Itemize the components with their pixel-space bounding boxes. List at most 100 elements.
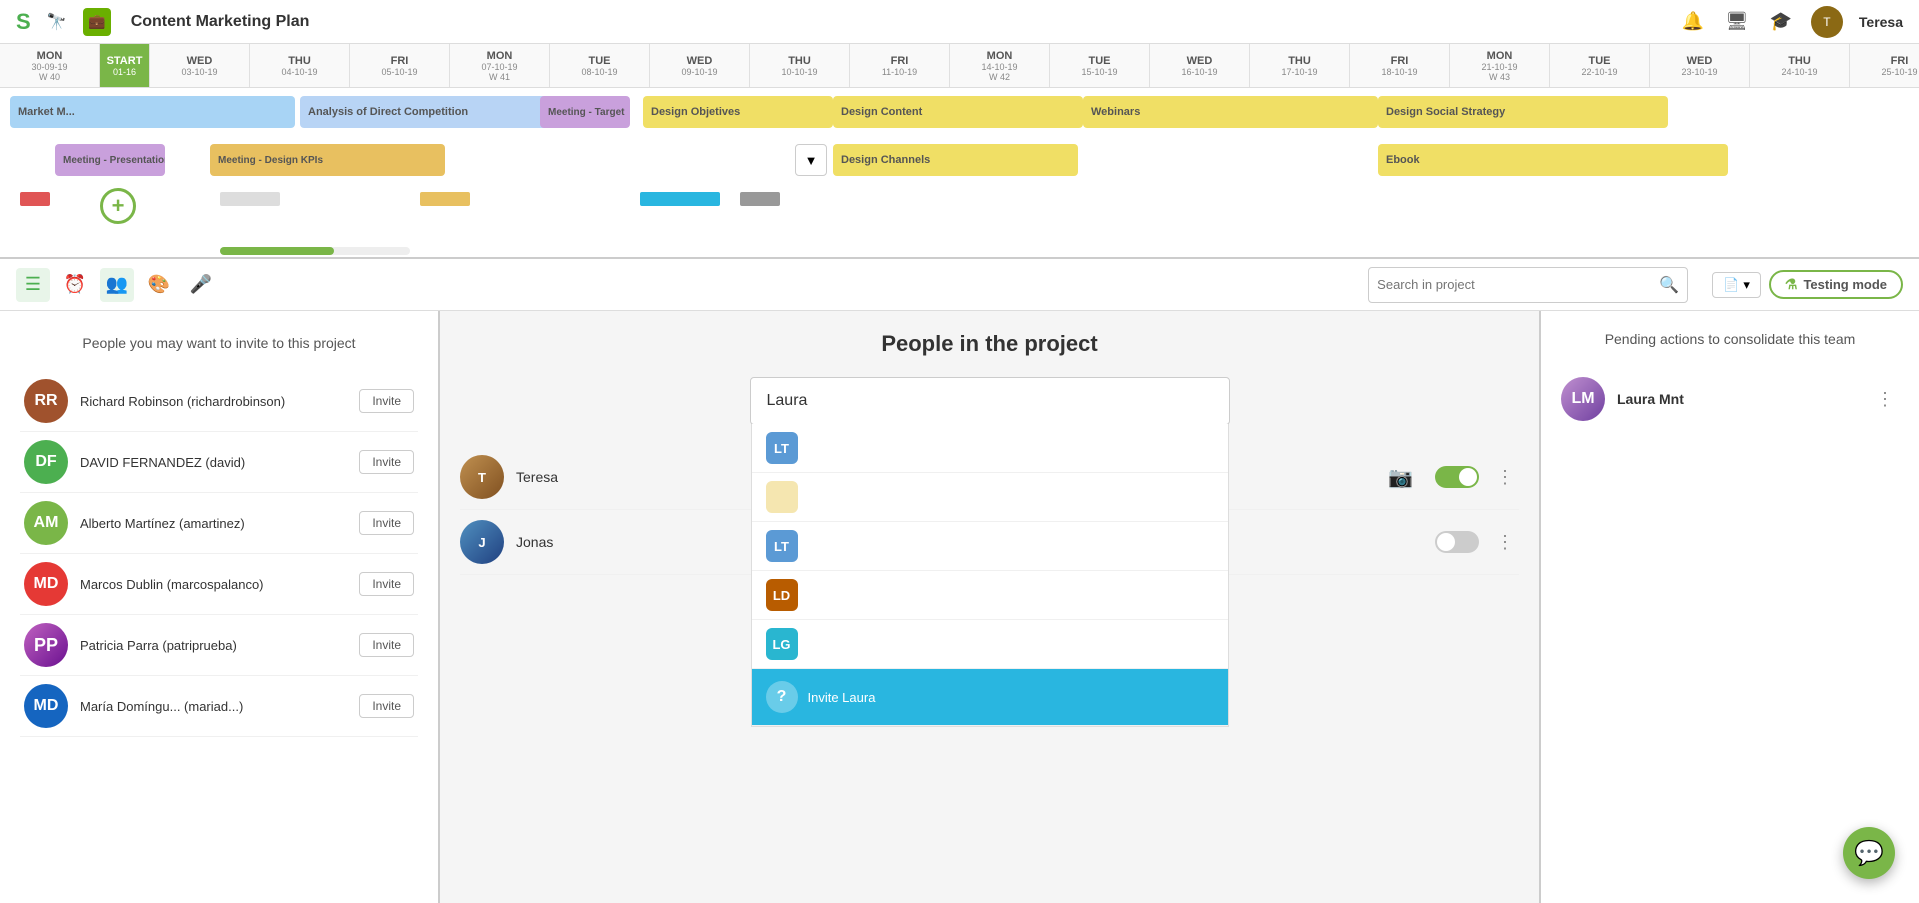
gantt-body: Market M... Analysis of Direct Competiti… <box>0 88 1919 259</box>
search-icon[interactable]: 🔍 <box>1659 275 1679 295</box>
gantt-bar-design-obj[interactable]: Design Objetives <box>643 96 833 128</box>
people-icon[interactable]: 👥 <box>100 268 134 302</box>
question-icon: ? <box>766 681 798 713</box>
app-logo: S <box>16 9 31 35</box>
avatar: RR <box>24 379 68 423</box>
binoculars-icon[interactable]: 🔭 <box>43 8 71 36</box>
notification-icon[interactable]: 🔔 <box>1679 8 1707 36</box>
gantt-small-bar-3 <box>420 192 470 206</box>
toolbar: ☰ ⏰ 👥 🎨 🎤 🔍 📄 ▾ ⚗ Testing mode <box>0 259 1919 311</box>
invite-button[interactable]: Invite <box>359 694 414 718</box>
avatar: DF <box>24 440 68 484</box>
pending-name: Laura Mnt <box>1617 391 1859 407</box>
pending-avatar: LM <box>1561 377 1605 421</box>
gantt-col-wed4: WED 23-10-19 <box>1650 44 1750 87</box>
gantt-dropdown-btn[interactable]: ▼ <box>795 144 827 176</box>
gantt-col-fri: FRI 05-10-19 <box>350 44 450 87</box>
list-icon[interactable]: ☰ <box>16 268 50 302</box>
gantt-col-thu4: THU 24-10-19 <box>1750 44 1850 87</box>
gantt-col-fri3: FRI 18-10-19 <box>1350 44 1450 87</box>
gantt-bar-meeting-kpi[interactable]: Meeting - Design KPIs <box>210 144 445 176</box>
flask-icon: ⚗ <box>1785 276 1798 293</box>
gantt-area: MON 30-09-19 W 40 START 01-16 WED 03-10-… <box>0 44 1919 259</box>
person-name: Marcos Dublin (marcospalanco) <box>80 577 347 592</box>
gantt-bar-design-channels[interactable]: Design Channels <box>833 144 1078 176</box>
avatar: AM <box>24 501 68 545</box>
gantt-col-w42: MON 14-10-19 W 42 <box>950 44 1050 87</box>
gantt-small-bar-5 <box>740 192 780 206</box>
toggle-off[interactable] <box>1435 531 1479 553</box>
invite-button[interactable]: Invite <box>359 572 414 596</box>
graduation-icon[interactable]: 🎓 <box>1767 8 1795 36</box>
gantt-bar-market[interactable]: Market M... <box>10 96 295 128</box>
project-icon: 💼 <box>83 8 111 36</box>
gantt-col-thu3: THU 17-10-19 <box>1250 44 1350 87</box>
doc-button[interactable]: 📄 ▾ <box>1712 272 1761 298</box>
dropdown-avatar: LG <box>766 628 798 660</box>
gantt-bar-meeting-target[interactable]: Meeting - Target <box>540 96 630 128</box>
dropdown-avatar <box>766 481 798 513</box>
mic-icon[interactable]: 🎤 <box>184 268 218 302</box>
people-search-box: LT LT LD LG ? Invite Laura <box>750 377 1230 425</box>
dropdown-avatar: LT <box>766 432 798 464</box>
gantt-bar-analysis[interactable]: Analysis of Direct Competition <box>300 96 580 128</box>
gantt-col-thu: THU 04-10-19 <box>250 44 350 87</box>
search-bar[interactable]: 🔍 <box>1368 267 1688 303</box>
gantt-bar-design-content[interactable]: Design Content <box>833 96 1083 128</box>
invite-button[interactable]: Invite <box>359 450 414 474</box>
dropdown-item-blank[interactable] <box>752 473 1228 522</box>
gantt-bar-webinars[interactable]: Webinars <box>1083 96 1378 128</box>
monitor-icon[interactable]: 🖥 <box>1723 8 1751 36</box>
people-search-input[interactable] <box>751 378 1229 424</box>
gantt-col-fri2: FRI 11-10-19 <box>850 44 950 87</box>
person-name: Alberto Martínez (amartinez) <box>80 516 347 531</box>
gantt-col-wed3: WED 16-10-19 <box>1150 44 1250 87</box>
more-menu-button[interactable]: ⋮ <box>1491 463 1519 491</box>
doc-icon: 📄 <box>1723 277 1739 293</box>
left-panel: People you may want to invite to this pr… <box>0 311 440 903</box>
avatar: T <box>460 455 504 499</box>
gantt-bar-meeting-pres[interactable]: Meeting - Presentation <box>55 144 165 176</box>
dropdown-item-invite[interactable]: ? Invite Laura <box>752 669 1228 726</box>
search-input[interactable] <box>1377 277 1659 292</box>
dropdown-item-lt2[interactable]: LT <box>752 522 1228 571</box>
gantt-col-tue1: TUE 08-10-19 <box>550 44 650 87</box>
gantt-progress-fill <box>220 247 334 255</box>
testing-mode-button[interactable]: ⚗ Testing mode <box>1769 270 1903 299</box>
gantt-bar-ebook[interactable]: Ebook <box>1378 144 1728 176</box>
gantt-col-wed: WED 03-10-19 <box>150 44 250 87</box>
gantt-col-w43: MON 21-10-19 W 43 <box>1450 44 1550 87</box>
gantt-add-button[interactable] <box>100 188 136 224</box>
clock-icon[interactable]: ⏰ <box>58 268 92 302</box>
invite-button[interactable]: Invite <box>359 633 414 657</box>
more-menu-button[interactable]: ⋮ <box>1871 385 1899 413</box>
dropdown-item-ld[interactable]: LD <box>752 571 1228 620</box>
user-name: Teresa <box>1859 14 1903 30</box>
avatar-initial: T <box>1823 15 1830 29</box>
gantt-col-wed2: WED 09-10-19 <box>650 44 750 87</box>
gantt-bar-social[interactable]: Design Social Strategy <box>1378 96 1668 128</box>
right-panel-title: Pending actions to consolidate this team <box>1561 331 1899 347</box>
middle-title: People in the project <box>460 331 1519 357</box>
middle-panel: People in the project LT LT LD LG <box>440 311 1539 903</box>
dropdown-item-lt1[interactable]: LT <box>752 424 1228 473</box>
left-panel-title: People you may want to invite to this pr… <box>20 335 418 351</box>
gantt-col-start: START 01-16 <box>100 44 150 87</box>
invite-button[interactable]: Invite <box>359 389 414 413</box>
avatar[interactable]: T <box>1811 6 1843 38</box>
palette-icon[interactable]: 🎨 <box>142 268 176 302</box>
gantt-col-w41: MON 07-10-19 W 41 <box>450 44 550 87</box>
invite-button[interactable]: Invite <box>359 511 414 535</box>
person-name: María Domíngu... (mariad...) <box>80 699 347 714</box>
more-menu-button[interactable]: ⋮ <box>1491 528 1519 556</box>
chevron-down-icon: ▾ <box>1743 277 1750 293</box>
dropdown-item-lg[interactable]: LG <box>752 620 1228 669</box>
camera-icon: 📷 <box>1388 465 1413 490</box>
avatar: PP <box>24 623 68 667</box>
toggle-on[interactable] <box>1435 466 1479 488</box>
list-item: DF DAVID FERNANDEZ (david) Invite <box>20 432 418 493</box>
nav-right: 🔔 🖥 🎓 T Teresa <box>1679 6 1903 38</box>
chat-button[interactable]: 💬 <box>1843 827 1895 879</box>
avatar: MD <box>24 684 68 728</box>
avatar: J <box>460 520 504 564</box>
